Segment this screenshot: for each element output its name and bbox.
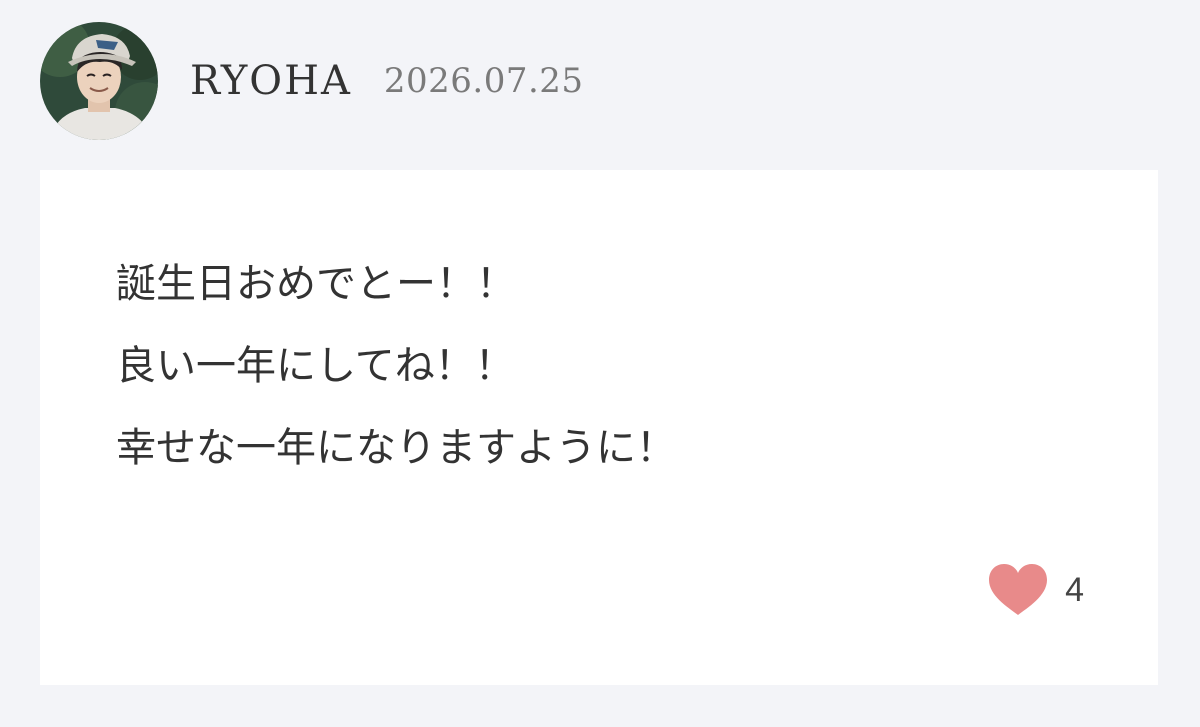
message-line: 誕生日おめでとー！！	[116, 261, 516, 307]
message-line: 良い一年にしてね！！	[116, 343, 515, 389]
like-count: 4	[1065, 570, 1084, 609]
post-page: RYOHA 2026.07.25 誕生日おめでとー！！ 良い一年にしてね！！ 幸…	[0, 0, 1200, 727]
message-card: 誕生日おめでとー！！ 良い一年にしてね！！ 幸せな一年になりますように！ 4	[40, 170, 1158, 685]
author-name[interactable]: RYOHA	[190, 58, 352, 104]
message-body: 誕生日おめでとー！！ 良い一年にしてね！！ 幸せな一年になりますように！	[116, 243, 676, 489]
avatar[interactable]	[40, 22, 158, 140]
message-line: 幸せな一年になりますように！	[116, 425, 676, 471]
post-header: RYOHA 2026.07.25	[40, 22, 584, 140]
like-control: 4	[987, 563, 1084, 617]
heart-icon[interactable]	[987, 563, 1049, 617]
post-date: 2026.07.25	[383, 61, 584, 101]
avatar-image	[40, 22, 158, 140]
